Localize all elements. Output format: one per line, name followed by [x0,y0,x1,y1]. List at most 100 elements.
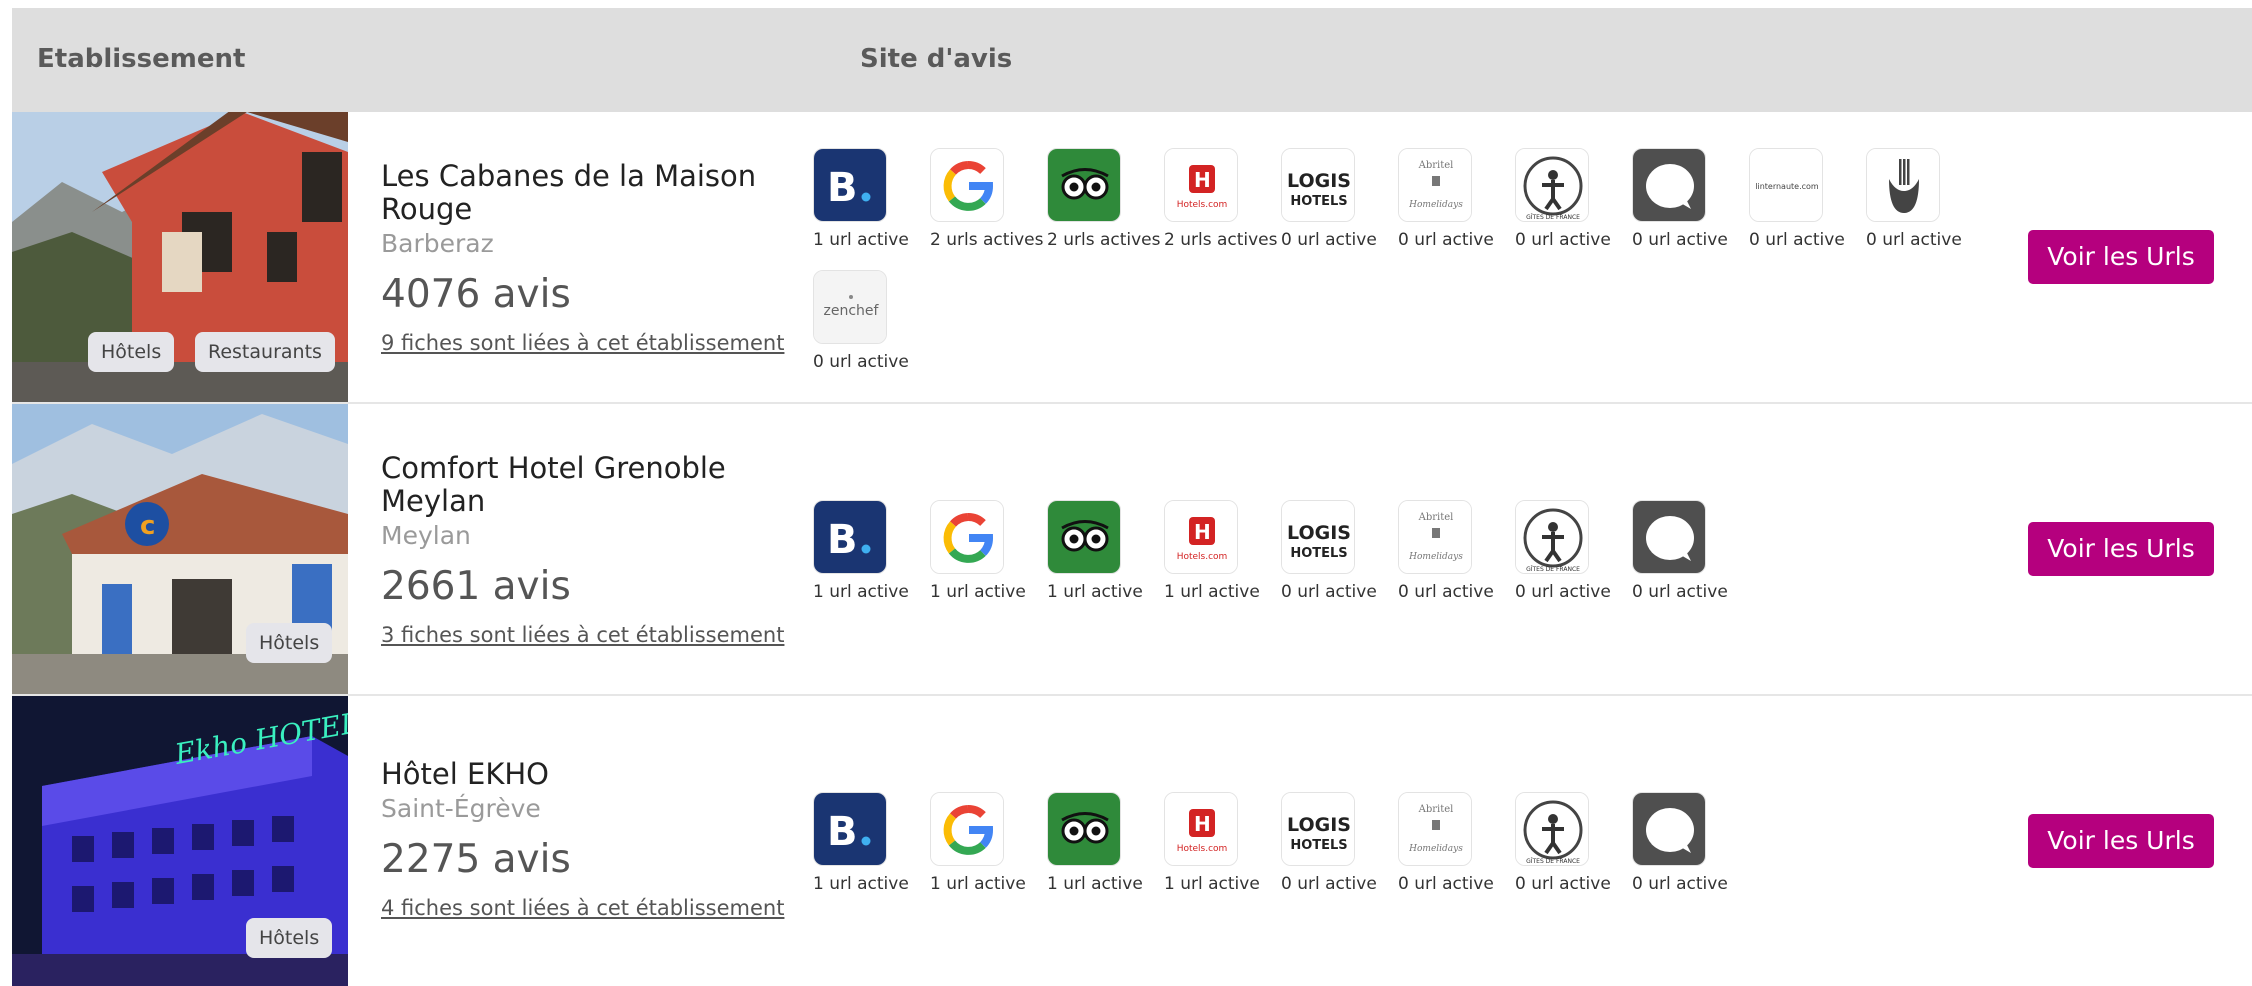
url-count-label: 1 url active [813,230,909,250]
review-site-booking[interactable]: B 1 url active [813,148,931,250]
review-site-logis-hotels[interactable]: LOGIS HOTELS 0 url active [1281,792,1399,894]
google-icon[interactable] [930,500,1004,574]
abritel-homelidays-icon[interactable]: Abritel Homelidays [1398,792,1472,866]
svg-text:GÎTES DE FRANCE: GÎTES DE FRANCE [1526,858,1580,865]
hotels-com-icon[interactable]: H Hotels.com [1164,500,1238,574]
review-site-speech-bubble[interactable]: 0 url active [1632,792,1750,894]
category-tag-hotels: Hôtels [246,623,333,663]
voir-les-urls-button[interactable]: Voir les Urls [2028,814,2214,868]
thefork-icon[interactable] [1866,148,1940,222]
review-site-gites-de-france[interactable]: GÎTES DE FRANCE 0 url active [1515,500,1633,602]
zenchef-icon[interactable]: zenchef [813,270,887,344]
voir-les-urls-button[interactable]: Voir les Urls [2028,230,2214,284]
abritel-homelidays-icon[interactable]: Abritel Homelidays [1398,148,1472,222]
svg-text:HOTELS: HOTELS [1290,194,1347,209]
review-site-gites-de-france[interactable]: GÎTES DE FRANCE 0 url active [1515,148,1633,250]
establishment-city: Saint-Égrève [381,794,541,823]
linked-listings-link[interactable]: 3 fiches sont liées à cet établissement [381,623,784,647]
establishment-photo[interactable]: c Hôtels [12,404,348,694]
column-header-site-avis: Site d'avis [860,44,1013,74]
tripadvisor-icon[interactable] [1047,500,1121,574]
review-count: 2275 avis [381,837,571,882]
svg-text:Hotels.com: Hotels.com [1177,200,1228,210]
url-count-label: 1 url active [1164,874,1260,894]
establishment-info: Hôtel EKHO Saint-Égrève 2275 avis 4 fich… [381,758,784,921]
table-row: Ekho HOTEL Hôtels Hôtel EKHO Saint-Égrèv… [12,696,2252,986]
url-count-label: 2 urls actives [930,230,1044,250]
url-count-label: 0 url active [1515,874,1611,894]
url-count-label: 0 url active [1398,582,1494,602]
linked-listings-link[interactable]: 4 fiches sont liées à cet établissement [381,896,784,920]
url-count-label: 0 url active [1749,230,1845,250]
review-site-booking[interactable]: B 1 url active [813,500,931,602]
review-site-tripadvisor[interactable]: 2 urls actives [1047,148,1165,250]
linternaute-icon[interactable]: linternaute.com [1749,148,1823,222]
review-count: 4076 avis [381,272,571,317]
logis-hotels-icon[interactable]: LOGIS HOTELS [1281,500,1355,574]
google-icon[interactable] [930,148,1004,222]
establishment-photo[interactable]: Ekho HOTEL Hôtels [12,696,348,986]
tripadvisor-icon[interactable] [1047,148,1121,222]
review-site-zenchef[interactable]: zenchef 0 url active [813,270,931,372]
svg-text:H: H [1194,168,1211,192]
review-site-gites-de-france[interactable]: GÎTES DE FRANCE 0 url active [1515,792,1633,894]
review-site-linternaute[interactable]: linternaute.com 0 url active [1749,148,1867,250]
speech-bubble-icon[interactable] [1632,500,1706,574]
gites-de-france-icon[interactable]: GÎTES DE FRANCE [1515,792,1589,866]
review-site-google[interactable]: 1 url active [930,500,1048,602]
url-count-label: 1 url active [930,582,1026,602]
linked-listings-link[interactable]: 9 fiches sont liées à cet établissement [381,331,784,355]
logis-hotels-icon[interactable]: LOGIS HOTELS [1281,148,1355,222]
establishment-name[interactable]: Comfort Hotel Grenoble Meylan [381,452,781,518]
review-site-abritel-homelidays[interactable]: Abritel Homelidays 0 url active [1398,792,1516,894]
review-site-booking[interactable]: B 1 url active [813,792,931,894]
establishment-name[interactable]: Hôtel EKHO [381,758,781,791]
url-count-label: 0 url active [1281,230,1377,250]
category-tag-restaurants: Restaurants [195,332,335,372]
speech-bubble-icon[interactable] [1632,148,1706,222]
table-header: Etablissement Site d'avis [12,8,2252,112]
review-site-thefork[interactable]: 0 url active [1866,148,1984,250]
svg-text:linternaute.com: linternaute.com [1755,182,1819,191]
category-tag-hotels: Hôtels [88,332,175,372]
review-site-google[interactable]: 2 urls actives [930,148,1048,250]
review-site-google[interactable]: 1 url active [930,792,1048,894]
google-icon[interactable] [930,792,1004,866]
svg-text:Abritel: Abritel [1418,512,1454,523]
svg-text:H: H [1194,520,1211,544]
category-tag-hotels: Hôtels [246,918,333,958]
review-site-tripadvisor[interactable]: 1 url active [1047,500,1165,602]
review-site-speech-bubble[interactable]: 0 url active [1632,500,1750,602]
url-count-label: 1 url active [813,874,909,894]
url-count-label: 2 urls actives [1047,230,1161,250]
voir-les-urls-button[interactable]: Voir les Urls [2028,522,2214,576]
review-site-logis-hotels[interactable]: LOGIS HOTELS 0 url active [1281,148,1399,250]
abritel-homelidays-icon[interactable]: Abritel Homelidays [1398,500,1472,574]
review-site-hotels-com[interactable]: H Hotels.com 1 url active [1164,792,1282,894]
logis-hotels-icon[interactable]: LOGIS HOTELS [1281,792,1355,866]
review-site-abritel-homelidays[interactable]: Abritel Homelidays 0 url active [1398,148,1516,250]
svg-text:HOTELS: HOTELS [1290,546,1347,561]
review-site-abritel-homelidays[interactable]: Abritel Homelidays 0 url active [1398,500,1516,602]
review-site-tripadvisor[interactable]: 1 url active [1047,792,1165,894]
gites-de-france-icon[interactable]: GÎTES DE FRANCE [1515,148,1589,222]
establishment-info: Comfort Hotel Grenoble Meylan Meylan 266… [381,452,784,648]
booking-icon[interactable]: B [813,148,887,222]
establishment-name[interactable]: Les Cabanes de la Maison Rouge [381,160,781,226]
svg-text:B: B [827,165,858,211]
booking-icon[interactable]: B [813,792,887,866]
review-site-speech-bubble[interactable]: 0 url active [1632,148,1750,250]
review-site-hotels-com[interactable]: H Hotels.com 1 url active [1164,500,1282,602]
speech-bubble-icon[interactable] [1632,792,1706,866]
tripadvisor-icon[interactable] [1047,792,1121,866]
review-site-hotels-com[interactable]: H Hotels.com 2 urls actives [1164,148,1282,250]
gites-de-france-icon[interactable]: GÎTES DE FRANCE [1515,500,1589,574]
booking-icon[interactable]: B [813,500,887,574]
url-count-label: 1 url active [930,874,1026,894]
hotels-com-icon[interactable]: H Hotels.com [1164,792,1238,866]
establishment-photo[interactable]: Hôtels Restaurants [12,112,348,402]
review-site-logis-hotels[interactable]: LOGIS HOTELS 0 url active [1281,500,1399,602]
url-count-label: 2 urls actives [1164,230,1278,250]
column-header-etablissement: Etablissement [37,44,246,74]
hotels-com-icon[interactable]: H Hotels.com [1164,148,1238,222]
